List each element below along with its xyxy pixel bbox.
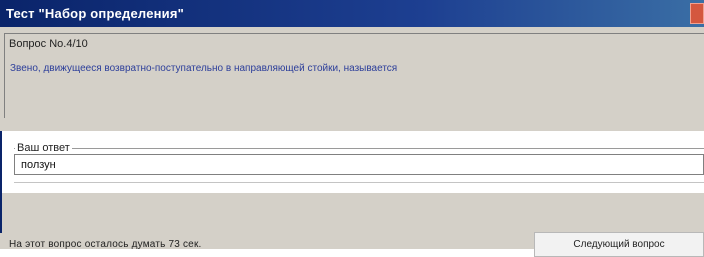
answer-label: Ваш ответ bbox=[15, 142, 72, 154]
answer-bottom-divider bbox=[14, 182, 704, 183]
question-number: Вопрос No.4/10 bbox=[7, 38, 90, 50]
close-icon[interactable] bbox=[690, 3, 704, 24]
time-remaining-text: На этот вопрос осталось думать 73 сек. bbox=[9, 239, 202, 250]
left-border-accent bbox=[0, 131, 2, 249]
next-question-button[interactable]: Следующий вопрос bbox=[534, 232, 704, 257]
answer-group-divider bbox=[14, 148, 704, 149]
question-text: Звено, движущееся возвратно-поступательн… bbox=[10, 63, 398, 74]
window-title: Тест "Набор определения" bbox=[6, 6, 185, 21]
test-window: Тест "Набор определения" Вопрос No.4/10 … bbox=[0, 0, 704, 257]
question-group bbox=[4, 33, 704, 118]
title-bar[interactable]: Тест "Набор определения" bbox=[0, 0, 704, 27]
answer-input[interactable] bbox=[14, 154, 704, 175]
